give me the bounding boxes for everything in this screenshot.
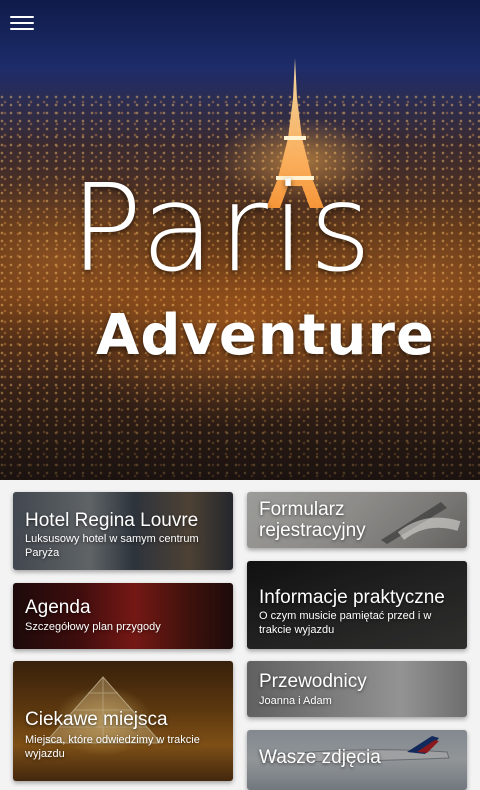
tile-registration-form-title: Formularz rejestracyjny [259,499,366,541]
tile-hotel[interactable]: Hotel Regina Louvre Luksusowy hotel w sa… [13,492,233,570]
hamburger-menu-icon[interactable] [10,12,34,34]
tile-practical-info[interactable]: Informacje praktyczne O czym musicie pam… [247,561,467,649]
tile-agenda[interactable]: Agenda Szczegółowy plan przygody [13,583,233,649]
hero-shade [0,370,480,480]
tile-agenda-subtitle: Szczegółowy plan przygody [25,621,161,633]
hero-title-paris: Paris [70,160,376,299]
hero-title-adventure: Adventure [96,303,436,368]
tile-interesting-places-subtitle: Miejsca, które odwiedzimy w trakcie wyja… [25,734,200,760]
tile-practical-info-subtitle: O czym musicie pamiętać przed i w trakci… [259,610,432,636]
tile-guides-subtitle: Joanna i Adam [259,695,332,707]
hero-banner: Paris Adventure [0,0,480,480]
tile-guides-title: Przewodnicy [259,671,367,692]
tile-practical-info-title: Informacje praktyczne [259,587,445,608]
tile-interesting-places-title: Ciekawe miejsca [25,709,168,730]
tile-your-photos[interactable]: Wasze zdjęcia [247,730,467,790]
tile-registration-form[interactable]: Formularz rejestracyjny [247,492,467,548]
tile-agenda-title: Agenda [25,597,91,618]
tile-your-photos-title: Wasze zdjęcia [259,747,381,768]
tile-hotel-subtitle: Luksusowy hotel w samym centrum Paryża [25,533,199,559]
tile-interesting-places[interactable]: Ciekawe miejsca Miejsca, które odwiedzim… [13,661,233,781]
tile-guides[interactable]: Przewodnicy Joanna i Adam [247,661,467,717]
tile-hotel-title: Hotel Regina Louvre [25,510,199,531]
